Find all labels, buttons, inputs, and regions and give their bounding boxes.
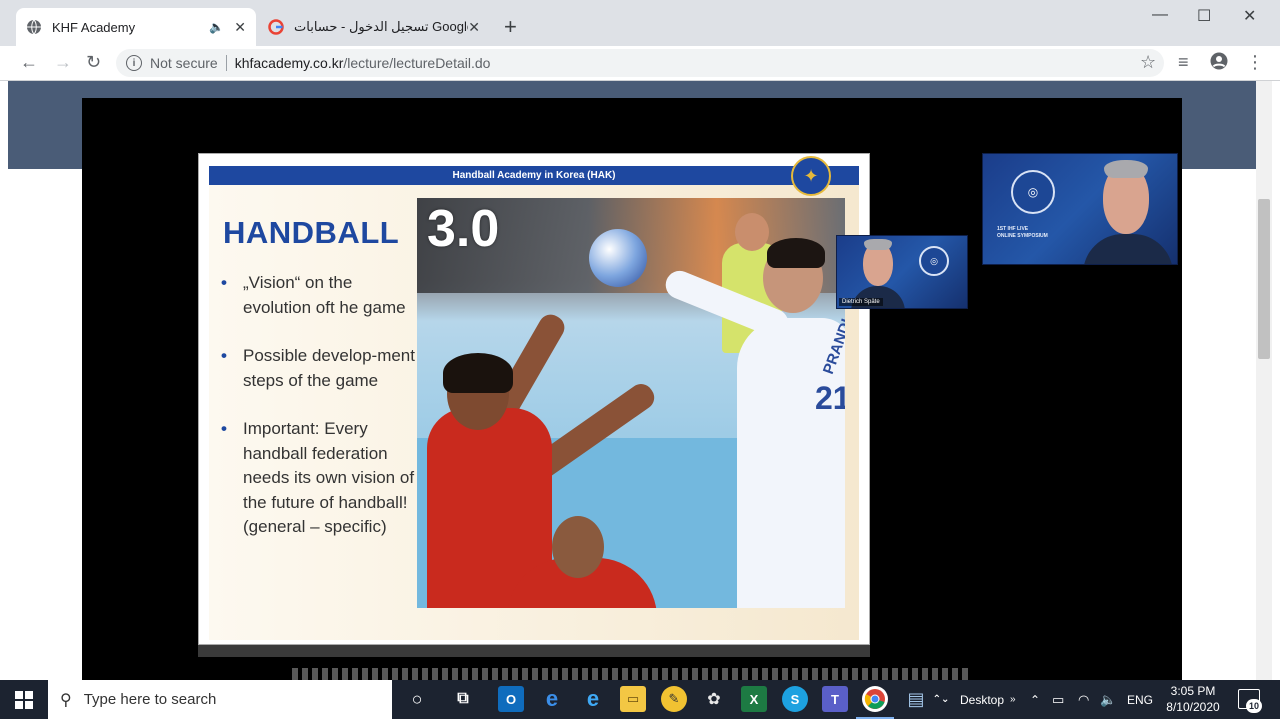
bullet-list: • „Vision“ on the evolution oft he game •… <box>221 271 421 564</box>
maximize-button[interactable]: ☐ <box>1197 6 1211 26</box>
minimize-button[interactable]: — <box>1152 6 1168 24</box>
hak-logo-icon: ✦ <box>791 156 831 196</box>
taskbar-scroll-icon[interactable]: ⌃⌄ <box>933 686 950 712</box>
bookmark-star-icon[interactable]: ☆ <box>1140 52 1156 73</box>
webcam-banner-line1: 1ST IHF LIVE <box>997 226 1029 232</box>
outlook-icon[interactable]: O <box>498 686 524 712</box>
profile-icon[interactable] <box>1210 52 1228 75</box>
desktop-label: Desktop <box>960 692 1005 707</box>
tab-google-signin[interactable]: تسجيل الدخول - حسابات Google ✕ <box>258 8 490 46</box>
tab-title: تسجيل الدخول - حسابات Google <box>294 19 468 34</box>
clock-time: 3:05 PM <box>1170 684 1216 698</box>
app-icon[interactable]: ✎ <box>661 686 687 712</box>
start-button[interactable] <box>0 680 48 719</box>
forward-button[interactable]: → <box>54 52 72 73</box>
internet-explorer-icon[interactable]: e <box>580 686 606 712</box>
screen: KHF Academy 🔈 ✕ تسجيل الدخول - حسابات Go… <box>0 0 1280 719</box>
search-icon: ⚲ <box>60 691 72 709</box>
presenter-hair <box>1104 160 1148 178</box>
address-bar[interactable]: i Not secure khfacademy.co.kr /lecture/l… <box>116 49 1164 77</box>
security-label: Not secure <box>150 55 218 71</box>
red-player-2-head <box>552 516 604 578</box>
slide-title-number: 3.0 <box>427 200 500 258</box>
red-player-hair <box>443 353 513 393</box>
slide-title: HANDBALL <box>223 215 400 250</box>
bullet-dot-icon: • <box>221 273 227 292</box>
slide-header: Handball Academy in Korea (HAK) <box>209 166 859 185</box>
menu-kebab-icon[interactable]: ⋮ <box>1246 52 1264 73</box>
url-domain: khfacademy.co.kr <box>234 55 344 71</box>
participant-name: Dietrich Späte <box>839 298 883 306</box>
white-player-hair <box>767 238 825 268</box>
info-icon[interactable]: i <box>126 55 142 71</box>
language-indicator[interactable]: ENG <box>1127 680 1153 719</box>
bullet-item: • „Vision“ on the evolution oft he game <box>221 273 406 317</box>
presenter-hair <box>864 239 892 250</box>
cortana-icon[interactable]: ○ <box>404 686 430 712</box>
video-caption-overlay <box>292 668 972 680</box>
page-scrollbar-track[interactable] <box>1256 81 1272 680</box>
tab-khf-academy[interactable]: KHF Academy 🔈 ✕ <box>16 8 256 46</box>
globe-icon <box>26 19 42 35</box>
windows-taskbar: ⚲ Type here to search ○ ⧉ O e e ▭ ✎ ✿ X … <box>0 680 1280 719</box>
browser-toolbar: ← → ↻ i Not secure khfacademy.co.kr /lec… <box>0 46 1280 81</box>
tab-close-icon[interactable]: ✕ <box>468 19 480 36</box>
show-hidden-icons-chevron-icon[interactable]: ⌃ <box>1030 680 1040 719</box>
slide-shadow <box>198 643 870 657</box>
lecture-video-player[interactable]: Handball Academy in Korea (HAK) HANDBALL… <box>82 98 1182 680</box>
new-tab-button[interactable]: + <box>504 14 517 40</box>
back-button[interactable]: ← <box>20 52 38 73</box>
tab-close-icon[interactable]: ✕ <box>234 19 246 36</box>
presenter-body <box>1083 234 1173 264</box>
divider <box>225 55 227 71</box>
wifi-icon[interactable]: ◠ <box>1078 680 1089 719</box>
presentation-slide: Handball Academy in Korea (HAK) HANDBALL… <box>198 153 870 645</box>
page-scrollbar-thumb[interactable] <box>1258 199 1270 359</box>
web-page: Handball Academy in Korea (HAK) HANDBALL… <box>0 81 1280 680</box>
tab-title: KHF Academy <box>52 19 136 35</box>
ihf-emblem-icon: ◎ <box>1011 170 1055 214</box>
file-explorer-icon[interactable]: ▭ <box>620 686 646 712</box>
volume-icon[interactable]: 🔈 <box>1100 680 1116 719</box>
ihf-emblem-icon: ◎ <box>919 246 949 276</box>
google-icon <box>268 19 284 35</box>
jersey-number: 21 <box>815 380 845 416</box>
task-view-icon[interactable]: ⧉ <box>450 686 476 712</box>
presenter-webcam-large[interactable]: ◎ 1ST IHF LIVE ONLINE SYMPOSIUM <box>982 153 1178 265</box>
speaker-icon[interactable]: 🔈 <box>209 20 224 34</box>
notification-count: 10 <box>1246 699 1262 713</box>
bullet-dot-icon: • <box>221 346 227 365</box>
taskbar-search-box[interactable]: ⚲ Type here to search <box>48 680 392 719</box>
webcam-banner-line2: ONLINE SYMPOSIUM <box>997 233 1048 239</box>
clock-date: 8/10/2020 <box>1166 700 1220 714</box>
battery-icon[interactable]: ▭ <box>1052 680 1064 719</box>
notes-icon[interactable]: ▤ <box>903 686 929 712</box>
system-clock[interactable]: 3:05 PM 8/10/2020 <box>1158 683 1228 715</box>
browser-tab-strip: KHF Academy 🔈 ✕ تسجيل الدخول - حسابات Go… <box>0 0 1280 46</box>
skype-icon[interactable]: S <box>782 686 808 712</box>
window-close-button[interactable]: ✕ <box>1243 6 1256 26</box>
edge-icon[interactable]: e <box>539 686 565 712</box>
reload-button[interactable]: ↻ <box>86 52 101 73</box>
handball-photo: PRANDI 21 <box>417 198 845 608</box>
presenter-webcam-small[interactable]: ◎ Dietrich Späte <box>836 235 968 309</box>
desktop-toolbar[interactable]: Desktop » <box>960 680 1016 719</box>
chevron-right-icon: » <box>1010 694 1016 705</box>
bullet-item: • Important: Every handball federation ne… <box>221 419 415 536</box>
excel-icon[interactable]: X <box>741 686 767 712</box>
bullet-item: • Possible develop-ment steps of the game <box>221 346 415 390</box>
search-placeholder: Type here to search <box>83 691 217 708</box>
chrome-icon[interactable] <box>862 686 888 712</box>
windows-icon <box>15 690 33 709</box>
url-path: /lecture/lectureDetail.do <box>343 55 491 71</box>
handball-ball <box>589 229 647 287</box>
media-queue-icon[interactable]: ≡ <box>1178 52 1189 73</box>
teams-icon[interactable]: T <box>822 686 848 712</box>
paint-icon[interactable]: ✿ <box>701 686 727 712</box>
slide-content: HANDBALL • „Vision“ on the evolution oft … <box>209 185 859 640</box>
referee-head <box>735 213 769 251</box>
bullet-dot-icon: • <box>221 419 227 438</box>
